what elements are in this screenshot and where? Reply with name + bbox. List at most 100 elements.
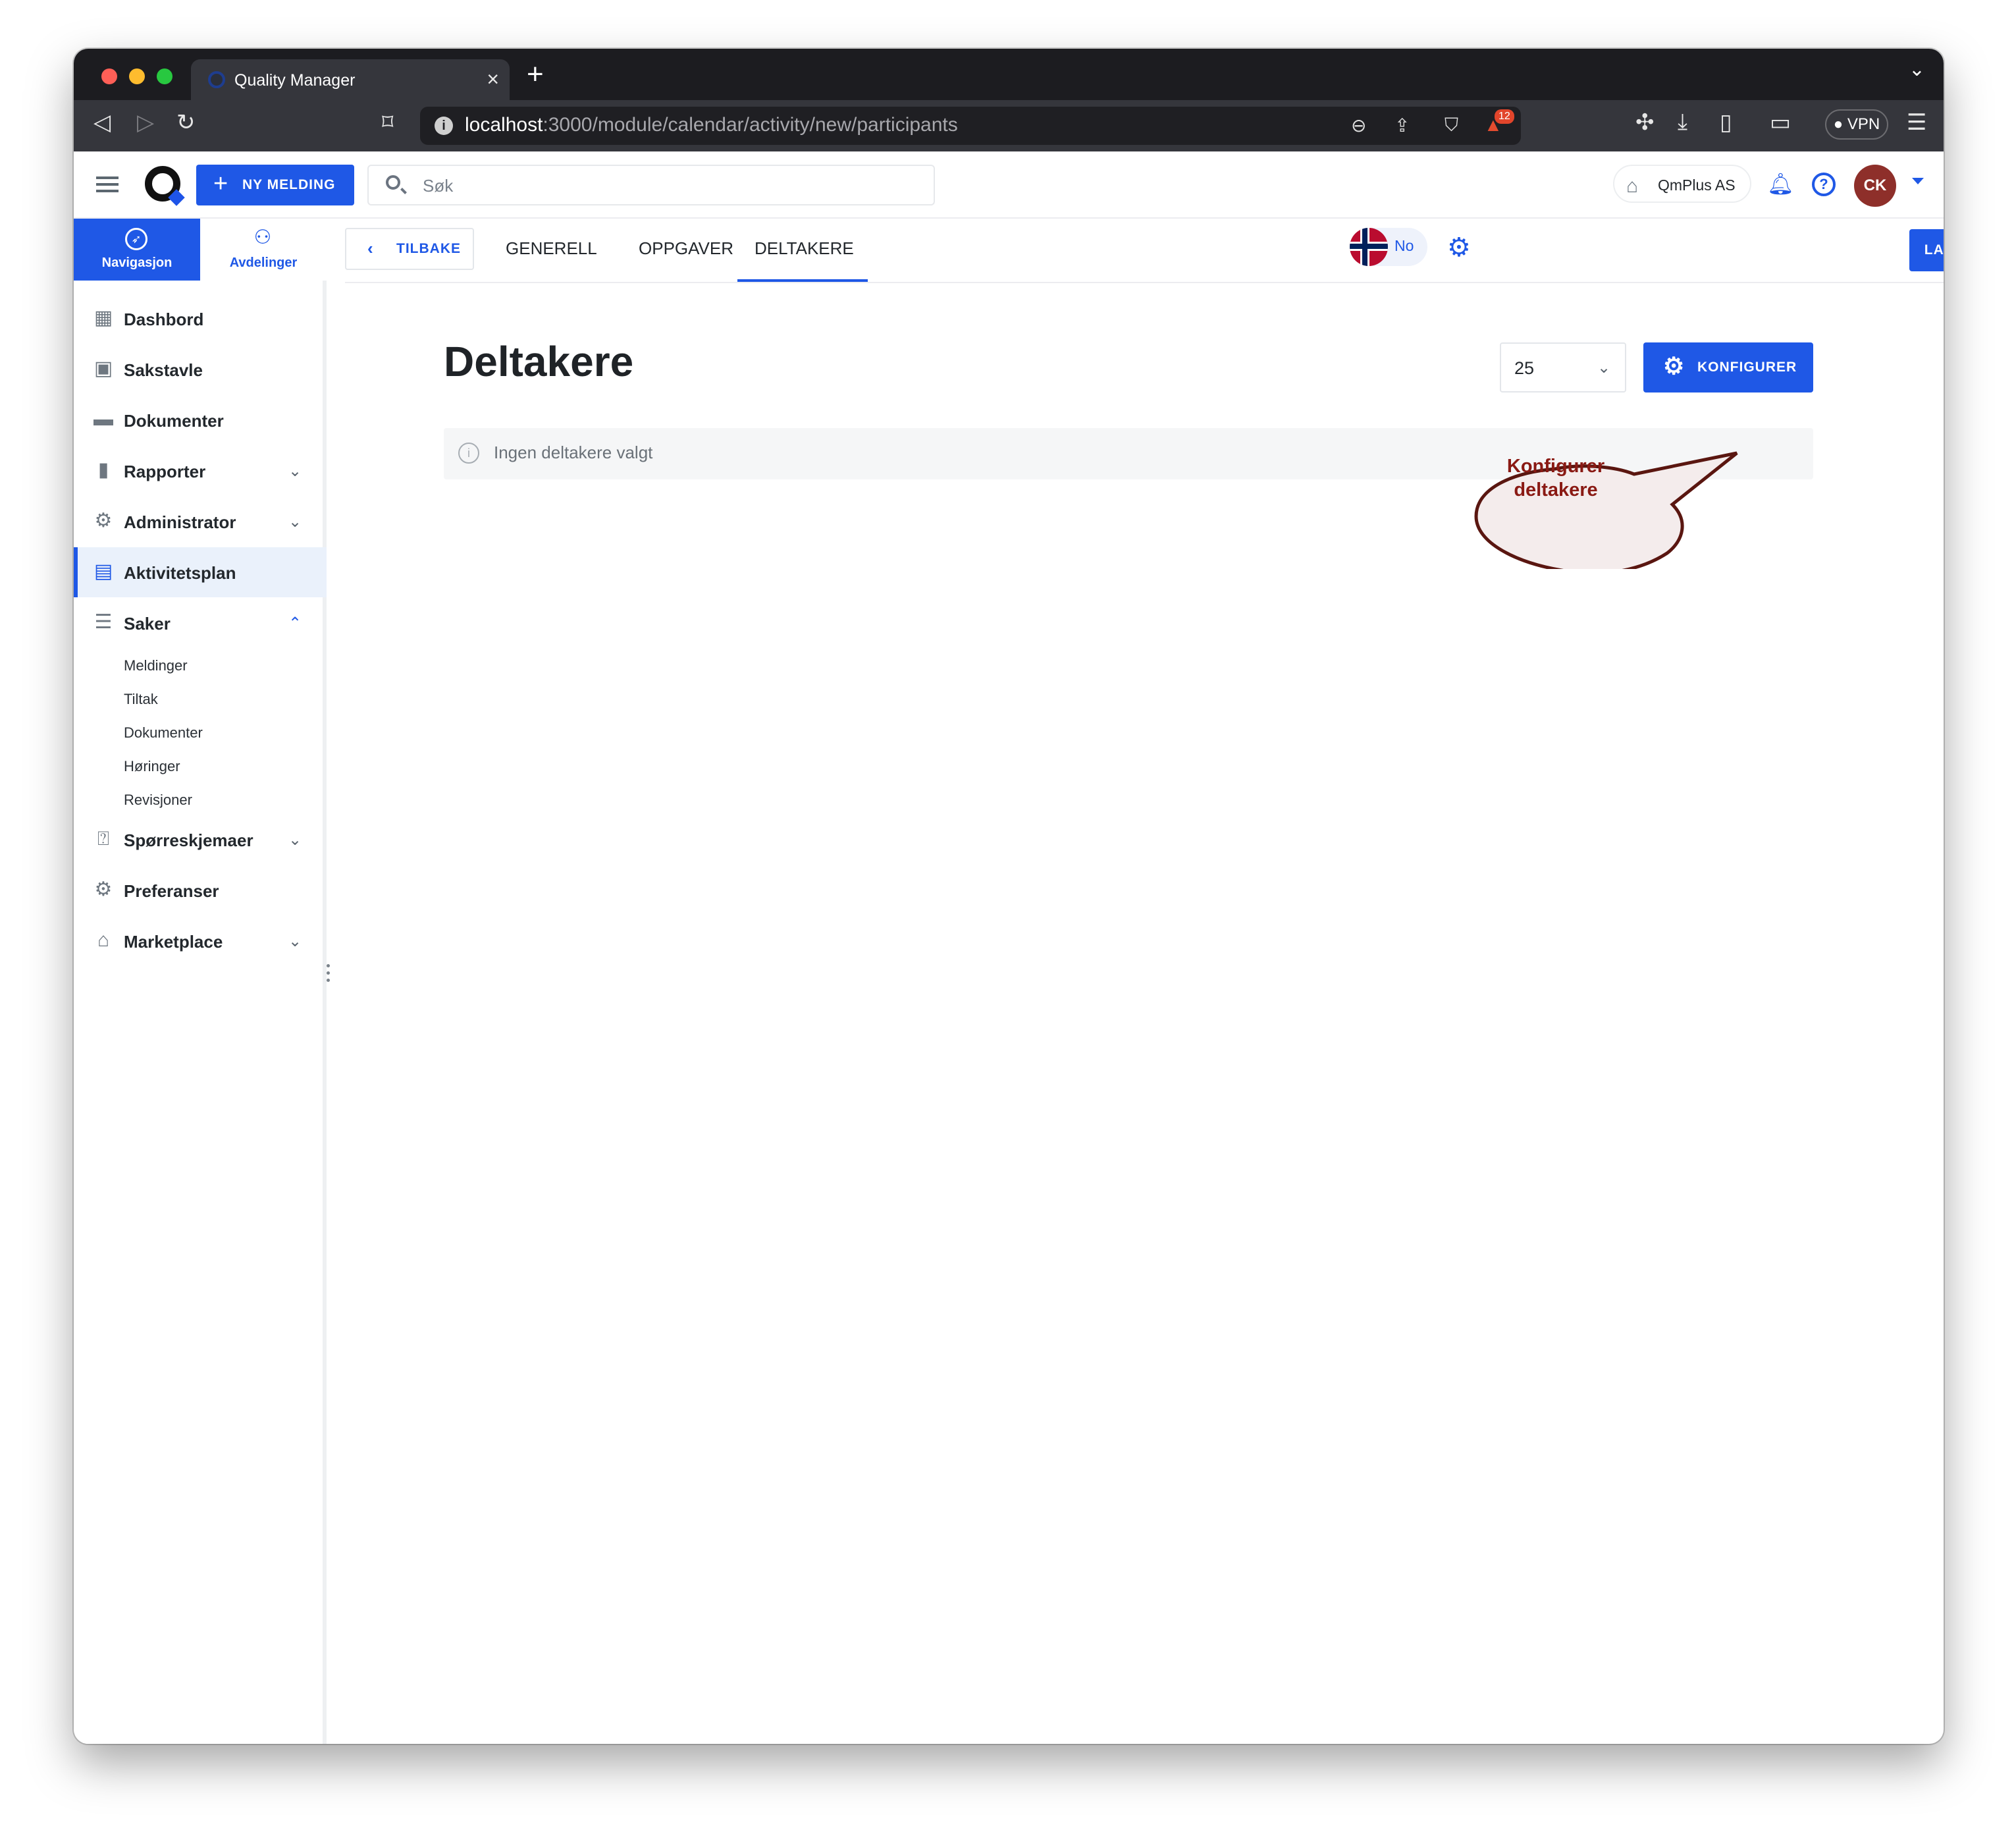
page-size-value: 25 — [1514, 358, 1535, 378]
page-size-select[interactable]: 25 ⌄ — [1500, 342, 1626, 392]
url-text: localhost:3000/module/calendar/activity/… — [465, 114, 958, 136]
help-icon[interactable]: ? — [1812, 173, 1836, 196]
site-info-icon[interactable]: i — [435, 117, 453, 135]
sidebar-item-label: Saker — [124, 614, 171, 634]
sidebar-item-dashbord[interactable]: ▦ Dashbord — [74, 294, 327, 344]
sidebar-tab-label: Avdelinger — [229, 256, 298, 270]
company-name: QmPlus AS — [1658, 176, 1736, 194]
chevron-down-icon[interactable]: ⌄ — [288, 932, 302, 951]
sidebar-tab-avdelinger[interactable]: ⚇ Avdelinger — [200, 219, 327, 281]
menu-toggle-icon[interactable] — [96, 176, 119, 179]
sidebar-item-label: Administrator — [124, 512, 236, 532]
sidebar-resize-handle[interactable] — [327, 964, 331, 990]
sidebar-item-sporreskjemaer[interactable]: ⍰ Spørreskjemaer ⌄ — [74, 815, 327, 865]
close-tab-icon[interactable]: × — [487, 67, 499, 92]
tab-oppgaver[interactable]: OPPGAVER — [639, 238, 733, 259]
store-icon: ⌂ — [97, 929, 110, 951]
sidebar-item-dokumenter[interactable]: ▬ Dokumenter — [74, 395, 327, 445]
back-button[interactable]: ‹ TILBAKE — [345, 228, 474, 270]
app-logo[interactable] — [145, 166, 180, 202]
wallet-icon[interactable]: ▭ — [1770, 109, 1791, 136]
tab-list-chevron-icon[interactable]: ⌄ — [1909, 58, 1925, 81]
share-icon[interactable]: ⇪ — [1394, 115, 1410, 136]
search-box[interactable] — [367, 165, 935, 205]
chevron-down-icon[interactable]: ⌄ — [288, 830, 302, 850]
sidebar: ➶ Navigasjon ⚇ Avdelinger ▦ Dashbord ▣ S… — [74, 219, 327, 1744]
sidebar-tab-navigasjon[interactable]: ➶ Navigasjon — [74, 219, 200, 281]
user-menu-caret-icon[interactable] — [1912, 178, 1924, 184]
forward-arrow-icon[interactable]: ▷ — [137, 109, 154, 136]
settings-icon: ⚙ — [94, 879, 113, 900]
downloads-icon[interactable]: ⤓ — [1678, 109, 1687, 135]
chevron-down-icon: ⌄ — [1597, 359, 1611, 377]
dashboard-icon: ▦ — [93, 307, 113, 329]
vpn-label: VPN — [1847, 115, 1880, 133]
bookmark-icon[interactable]: ⌑ — [382, 109, 393, 136]
sidebar-item-label: Rapporter — [124, 462, 206, 481]
sidebar-item-sakstavle[interactable]: ▣ Sakstavle — [74, 344, 327, 394]
chevron-left-icon: ‹ — [367, 238, 374, 258]
vpn-button[interactable]: ● VPN — [1825, 109, 1888, 140]
compass-icon: ➶ — [125, 228, 147, 250]
sidebar-item-preferanser[interactable]: ⚙ Preferanser — [74, 865, 327, 915]
new-tab-icon[interactable]: + — [527, 58, 544, 91]
language-toggle[interactable]: No — [1350, 228, 1427, 266]
chevron-down-icon[interactable]: ⌄ — [288, 512, 302, 531]
gear-icon: ⚙ — [1663, 352, 1685, 379]
empty-state-text: Ingen deltakere valgt — [494, 443, 653, 462]
active-tab-indicator — [737, 279, 868, 282]
plus-icon: + — [213, 170, 229, 198]
new-message-label: NY MELDING — [242, 177, 336, 192]
back-label: TILBAKE — [396, 241, 461, 256]
sidebar-item-aktivitetsplan[interactable]: ▤ Aktivitetsplan — [74, 547, 327, 597]
reload-icon[interactable]: ↻ — [176, 109, 196, 136]
sidebar-item-administrator[interactable]: ⚙ Administrator ⌄ — [74, 497, 327, 547]
brave-shields-icon[interactable]: ⛉ — [1445, 115, 1458, 136]
save-button[interactable]: LAGRE — [1909, 229, 1944, 271]
norway-flag-icon — [1350, 228, 1388, 266]
back-arrow-icon[interactable]: ◁ — [93, 109, 111, 136]
new-message-button[interactable]: + NY MELDING — [196, 165, 354, 205]
chevron-down-icon[interactable]: ⌄ — [288, 462, 302, 481]
cases-icon: ☰ — [94, 611, 113, 633]
user-avatar[interactable]: CK — [1854, 165, 1896, 207]
minimize-window-button[interactable] — [129, 68, 145, 84]
calendar-icon: ▤ — [93, 560, 113, 582]
sidebar-toggle-icon[interactable]: ▯ — [1720, 109, 1732, 136]
extensions-icon[interactable]: ✣ — [1635, 109, 1655, 136]
language-label: No — [1394, 237, 1414, 254]
sidebar-item-label: Sakstavle — [124, 360, 203, 380]
configure-button[interactable]: ⚙ KONFIGURER — [1643, 342, 1813, 392]
info-icon: i — [458, 443, 479, 464]
sidebar-subitem-meldinger[interactable]: Meldinger — [124, 657, 188, 674]
sidebar-subitem-tiltak[interactable]: Tiltak — [124, 691, 158, 708]
tab-deltakere[interactable]: DELTAKERE — [755, 238, 854, 259]
sidebar-item-saker[interactable]: ☰ Saker ⌃ — [74, 598, 327, 648]
zoom-icon[interactable]: ⊖ — [1351, 115, 1366, 136]
browser-menu-icon[interactable]: ☰ — [1907, 109, 1926, 136]
sidebar-subitem-revisjoner[interactable]: Revisjoner — [124, 792, 192, 809]
settings-gear-icon[interactable]: ⚙ — [1447, 234, 1471, 261]
maximize-window-button[interactable] — [157, 68, 172, 84]
shields-count-badge: 12 — [1495, 109, 1514, 124]
sidebar-item-label: Aktivitetsplan — [124, 563, 236, 583]
browser-tab[interactable]: Quality Manager × — [191, 59, 510, 100]
sidebar-subitem-horinger[interactable]: Høringer — [124, 758, 180, 775]
company-selector[interactable]: ⌂ QmPlus AS — [1613, 165, 1751, 203]
sidebar-item-rapporter[interactable]: ▮ Rapporter ⌄ — [74, 446, 327, 496]
app-header: + NY MELDING ⌂ QmPlus AS 🔔︎ ? CK — [74, 151, 1944, 219]
browser-window: Quality Manager × + ⌄ ◁ ▷ ↻ ⌑ i localhos… — [74, 49, 1944, 1744]
sidebar-item-label: Dashbord — [124, 310, 204, 329]
notifications-bell-icon[interactable]: 🔔︎ — [1767, 171, 1794, 196]
content-tab-bar: ‹ TILBAKE GENERELL OPPGAVER DELTAKERE No… — [345, 219, 1944, 283]
sidebar-item-marketplace[interactable]: ⌂ Marketplace ⌄ — [74, 916, 327, 966]
tab-generell[interactable]: GENERELL — [506, 238, 597, 259]
page-title: Deltakere — [444, 338, 634, 385]
sidebar-subitem-dokumenter[interactable]: Dokumenter — [124, 724, 203, 742]
annotation-callout: Konfigurer deltakere — [1450, 398, 1753, 576]
close-window-button[interactable] — [101, 68, 117, 84]
bar-chart-icon: ▮ — [97, 459, 109, 481]
chevron-up-icon[interactable]: ⌃ — [288, 614, 302, 633]
address-bar[interactable]: i localhost:3000/module/calendar/activit… — [420, 107, 1521, 145]
search-input[interactable] — [421, 175, 882, 197]
